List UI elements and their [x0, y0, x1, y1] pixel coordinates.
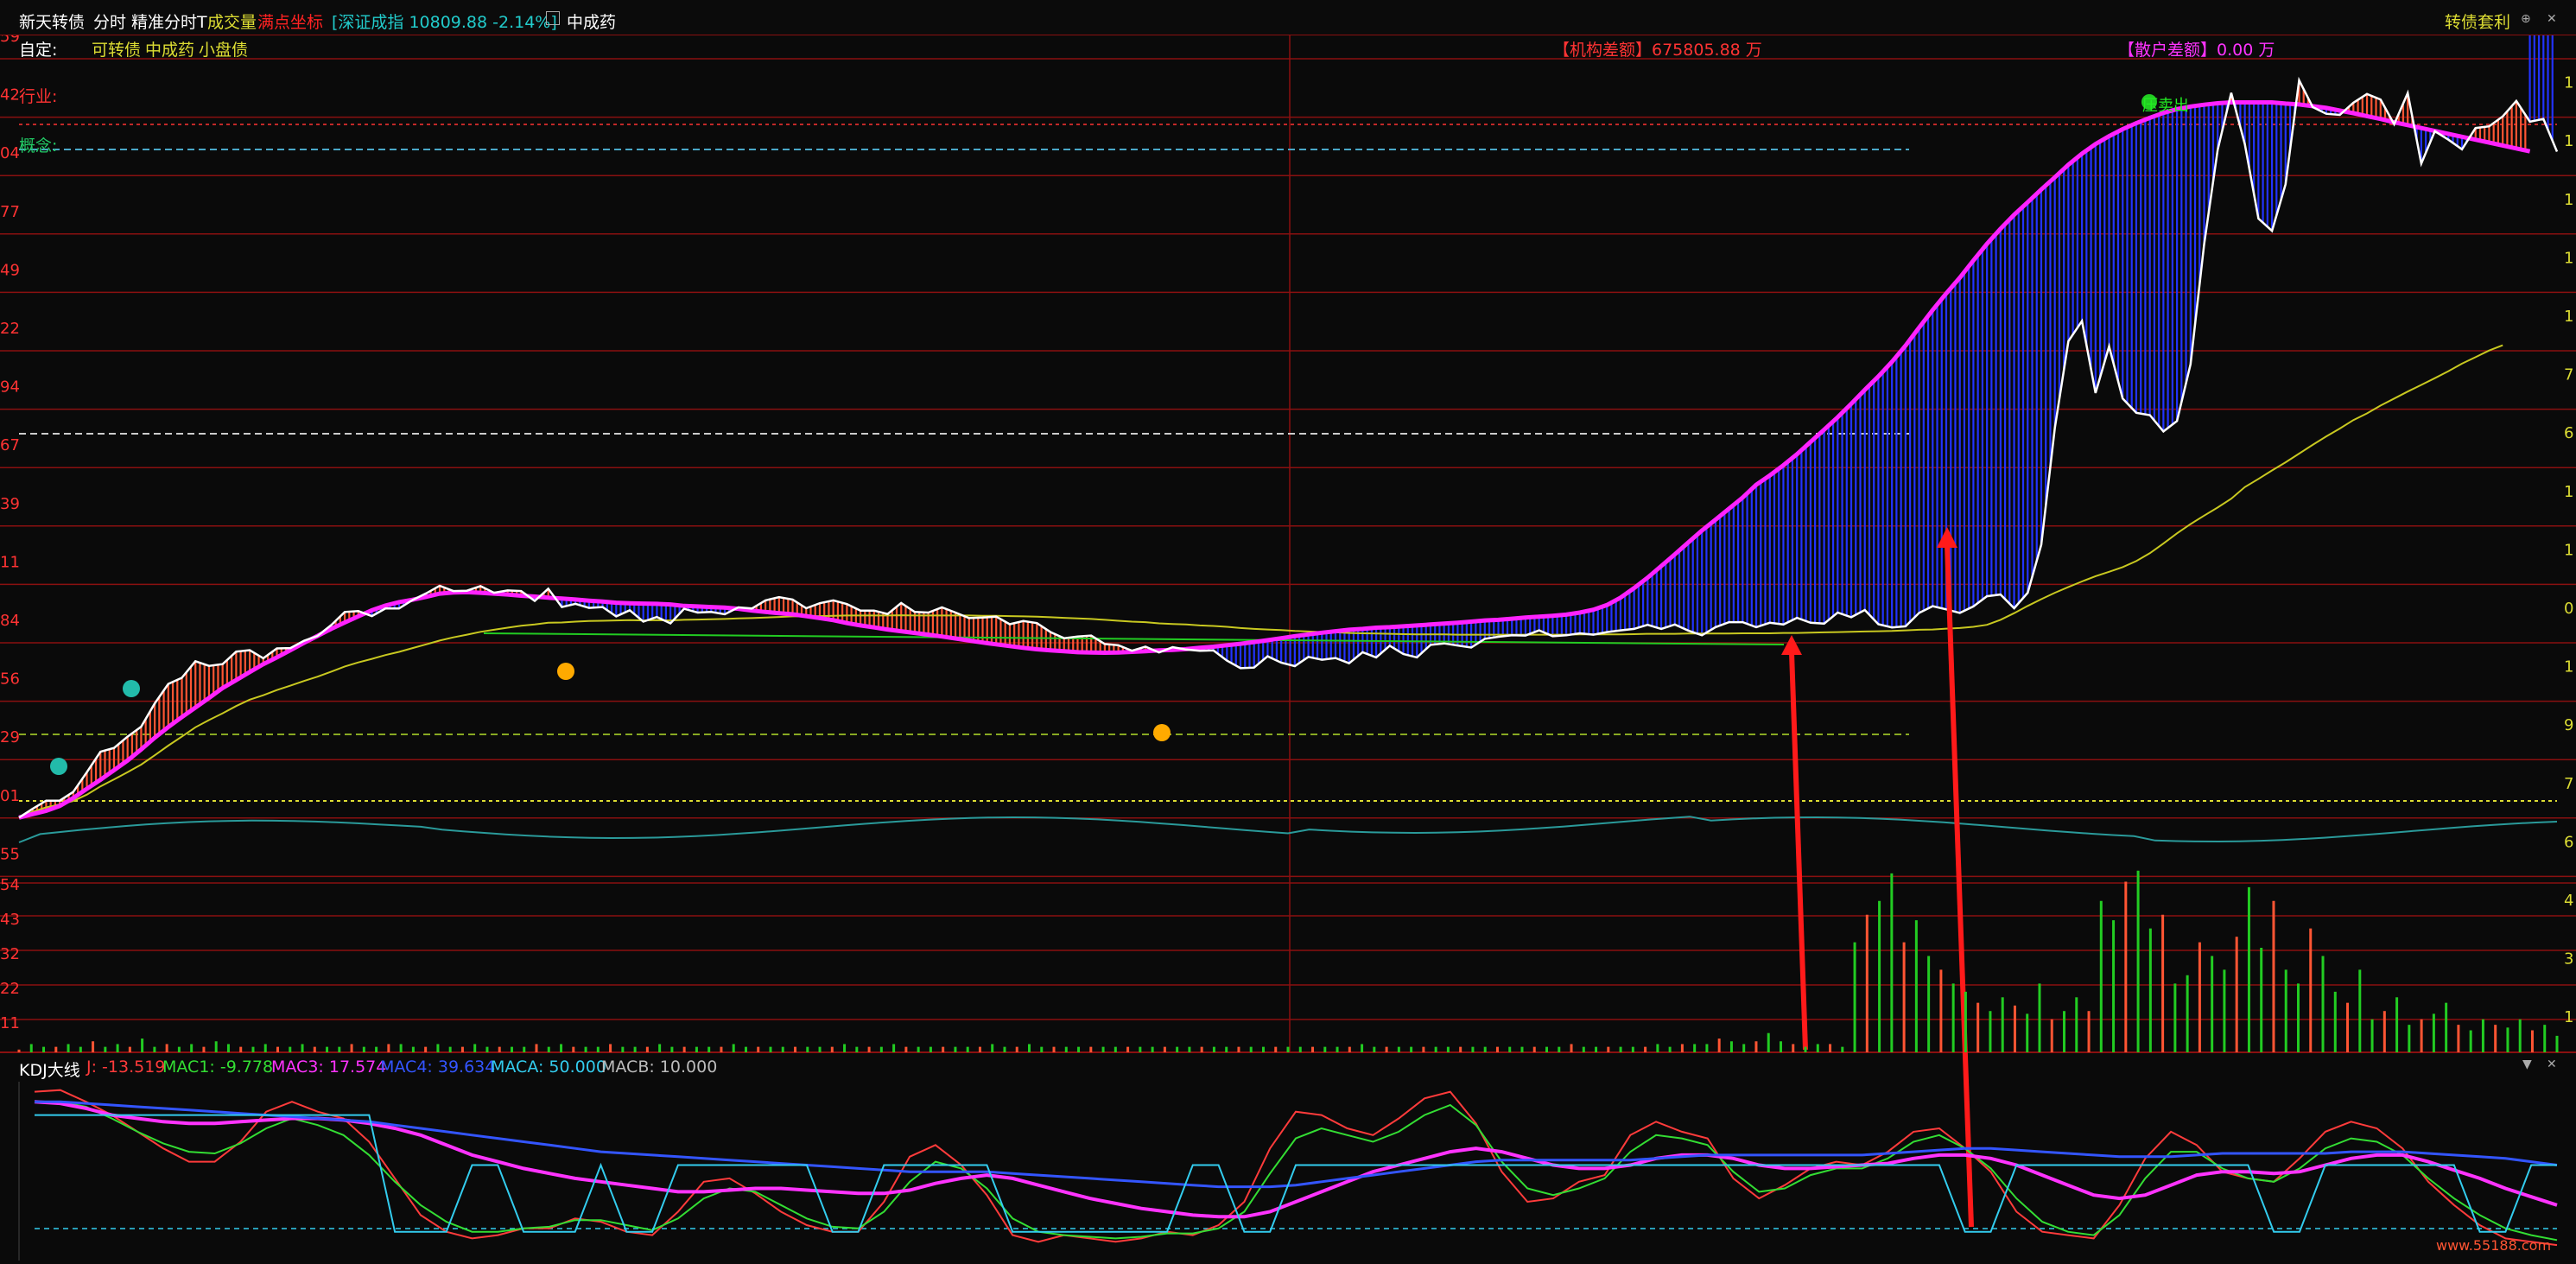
annotation-arrow-1: [1789, 651, 1808, 1051]
right-axis-tick: 4: [2564, 892, 2573, 910]
left-axis-tick: 49: [0, 261, 20, 279]
kdj-series-mac4: [35, 1100, 2558, 1189]
volume-axis-tick: 43: [0, 911, 20, 929]
sector-checkbox[interactable]: [546, 11, 560, 25]
volume-axis-tick: 11: [0, 1014, 20, 1032]
indicator-mac1: MAC1: -9.778: [162, 1058, 274, 1077]
custom-label: 自定:: [19, 41, 58, 60]
volume-label[interactable]: 成交量: [207, 10, 257, 33]
retail-diff: 【散户差额】0.00 万: [2118, 41, 2275, 60]
left-axis-tick: 67: [0, 436, 20, 454]
right-axis-tick: 3: [2564, 950, 2573, 969]
stock-name[interactable]: 新天转债: [19, 10, 85, 33]
indicator-name[interactable]: KDJ大线: [19, 1058, 80, 1081]
right-axis-tick: 6: [2564, 424, 2573, 442]
volume-axis-tick: 32: [0, 945, 20, 963]
sell-marker: 压卖出: [2142, 97, 2189, 115]
annotation-arrow-2: [1945, 543, 1974, 1228]
left-axis-tick: 42: [0, 86, 20, 105]
annotation-arrowhead-1: [1781, 635, 1802, 655]
right-axis-tick: 1: [2564, 74, 2573, 92]
right-axis-tick: 1: [2564, 191, 2573, 209]
dip-marker-icon: [1153, 724, 1171, 741]
indicator-close-icon[interactable]: ✕: [2547, 1058, 2557, 1071]
indicator-macb: MACB: 10.000: [601, 1058, 718, 1077]
indicator-maca: MACA: 50.000: [491, 1058, 606, 1077]
kdj-series-mac1: [35, 1101, 2558, 1242]
left-axis-tick: 84: [0, 612, 20, 630]
right-axis-tick: 0: [2564, 600, 2573, 618]
buy-marker-icon: [50, 758, 67, 775]
left-axis-tick: 39: [0, 495, 20, 513]
index-info: [深证成指 10809.88 -2.14%]: [332, 13, 557, 32]
right-axis-tick: 7: [2564, 366, 2573, 384]
right-axis-tick: 1: [2564, 483, 2573, 501]
left-axis-tick: 55: [0, 845, 20, 863]
watermark: www.55188.com: [2436, 1237, 2552, 1254]
left-axis-tick: 11: [0, 553, 20, 571]
series-avg-yellow: [18, 344, 2503, 819]
right-axis-tick: 1: [2564, 132, 2573, 150]
arbitrage-label[interactable]: 转债套利: [2445, 10, 2510, 33]
concept-label: 概念:: [19, 137, 58, 156]
right-axis-tick: 1: [2564, 308, 2573, 326]
right-axis-tick: 1: [2564, 249, 2573, 267]
right-axis-tick: 7: [2564, 775, 2573, 793]
indicator-header: KDJ大线 J: -13.519 MAC1: -9.778 MAC3: 17.5…: [0, 1054, 2576, 1080]
left-axis-tick: 01: [0, 787, 20, 805]
crosshair-label[interactable]: 满点坐标: [257, 10, 323, 33]
turnover-cyan-line: [18, 816, 2558, 843]
industry-label: 行业:: [19, 87, 58, 106]
close-icon[interactable]: ✕: [2547, 12, 2557, 26]
dip-marker-icon: [557, 663, 574, 680]
left-axis-tick: 77: [0, 203, 20, 221]
right-axis-tick: 1: [2564, 1008, 2573, 1026]
kdj-series-mac3: [34, 1100, 2558, 1219]
volume-axis-tick: 54: [0, 876, 20, 894]
info-row: 自定: 可转债 中成药 小盘债 【机构差额】675805.88 万 【散户差额】…: [0, 35, 2576, 60]
indicator-mac3: MAC3: 17.574: [271, 1058, 387, 1077]
sector-label: 中成药: [567, 13, 617, 32]
buy-marker-icon: [123, 680, 140, 697]
settings-icon[interactable]: ⊕: [2521, 12, 2531, 26]
tab-minute[interactable]: 分时: [93, 10, 126, 33]
right-axis-tick: 9: [2564, 716, 2573, 734]
tag-convertible[interactable]: 可转债: [92, 37, 141, 60]
tag-tcm[interactable]: 中成药: [145, 37, 194, 60]
indicator-mac4: MAC4: 39.634: [380, 1058, 496, 1077]
institution-diff: 【机构差额】675805.88 万: [1553, 41, 1762, 60]
right-axis-tick: 1: [2564, 541, 2573, 559]
left-axis-tick: 04: [0, 144, 20, 162]
volume-axis-tick: 22: [0, 980, 20, 998]
left-axis-tick: 29: [0, 728, 20, 746]
kdj-series-j: [34, 1089, 2558, 1247]
left-axis-tick: 94: [0, 378, 20, 397]
right-axis-tick: 1: [2564, 658, 2573, 676]
tag-small-cap[interactable]: 小盘债: [199, 37, 248, 60]
right-axis-tick: 6: [2564, 833, 2573, 851]
dropdown-icon[interactable]: ▼: [2522, 1058, 2532, 1071]
left-axis-tick: 22: [0, 320, 20, 338]
series-avg-magenta: [18, 100, 2531, 820]
tab-precise-minute[interactable]: 精准分时T: [131, 10, 207, 33]
left-axis-tick: 56: [0, 670, 20, 689]
top-header: 新天转债 分时 精准分时T 成交量 满点坐标 [深证成指 10809.88 -2…: [0, 0, 2576, 35]
indicator-j: J: -13.519: [86, 1058, 166, 1077]
